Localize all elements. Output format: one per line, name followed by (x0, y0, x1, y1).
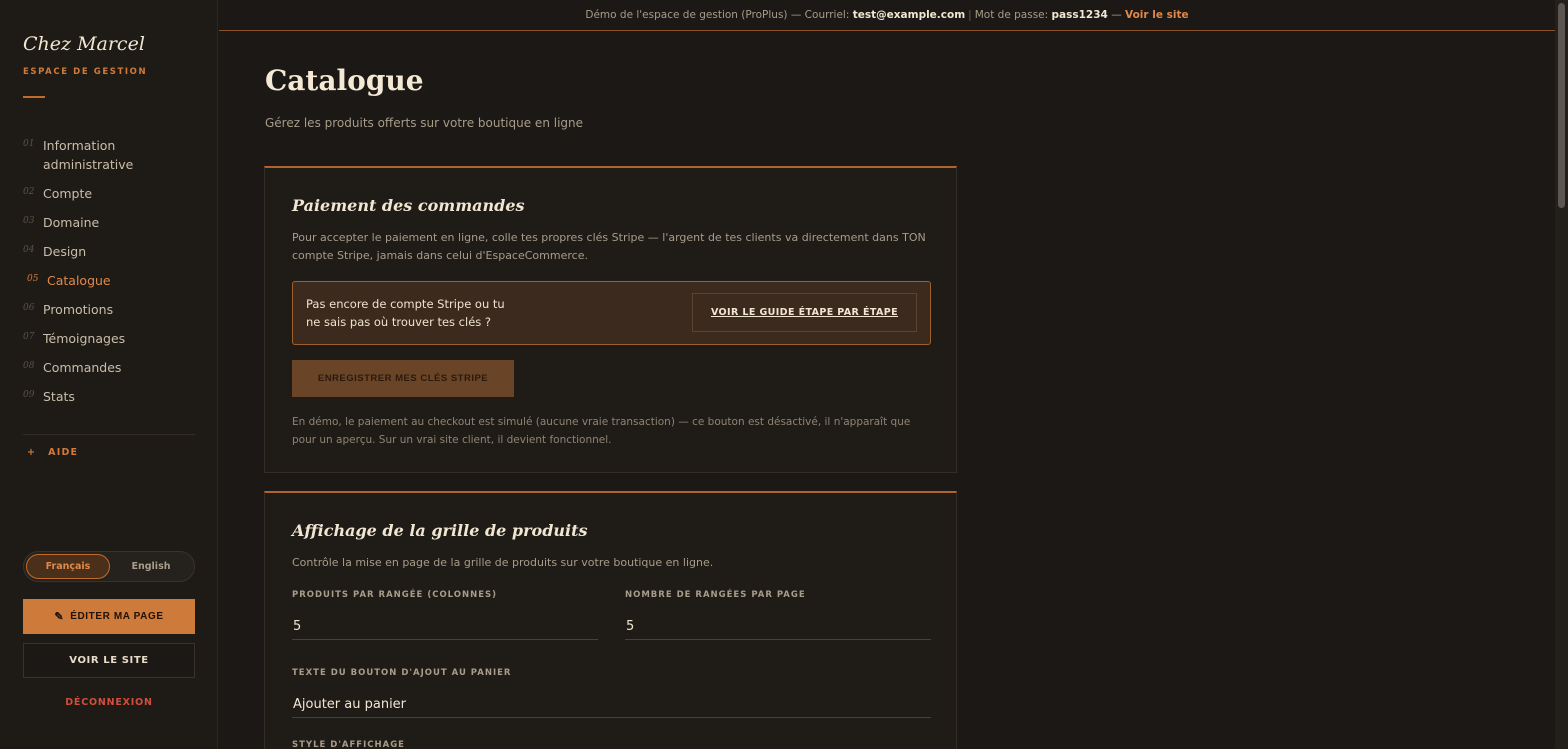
columns-label: PRODUITS PAR RANGÉE (COLONNES) (292, 590, 498, 600)
stripe-help-box: Pas encore de compte Stripe ou tu ne sai… (292, 281, 931, 345)
page-subtitle: Gérez les produits offerts sur votre bou… (265, 116, 584, 130)
nav-number: 04 (23, 245, 35, 255)
scrollbar-thumb[interactable] (1558, 3, 1565, 208)
nav-label: Design (43, 244, 87, 259)
help-link[interactable]: + AIDE (27, 447, 78, 458)
payment-card-description: Pour accepter le paiement en ligne, coll… (292, 231, 926, 262)
sidebar-item-information[interactable]: 01 Information administrative (23, 136, 203, 174)
nav-label: Compte (43, 186, 93, 201)
nav-label: Commandes (43, 360, 122, 375)
help-label: AIDE (48, 447, 79, 458)
nav-label: Domaine (43, 215, 100, 230)
sidebar-item-commandes[interactable]: 08 Commandes (23, 358, 203, 377)
sidebar-item-promotions[interactable]: 06 Promotions (23, 300, 203, 319)
banner-separator: | (968, 9, 972, 21)
view-site-button[interactable]: VOIR LE SITE (23, 643, 195, 678)
payment-card: Paiement des commandes Pour accepter le … (264, 166, 957, 473)
nav-label: Promotions (43, 302, 114, 317)
columns-input[interactable] (292, 614, 598, 640)
plus-icon: + (27, 447, 37, 458)
banner-email: test@example.com (852, 9, 966, 21)
banner-dash: — (1111, 9, 1122, 21)
brand-name[interactable]: Chez Marcel (23, 33, 145, 55)
banner-prefix: Démo de l'espace de gestion (ProPlus) — … (585, 9, 850, 21)
pencil-icon: ✎ (54, 611, 65, 623)
sidebar-item-design[interactable]: 04 Design (23, 242, 203, 261)
brand-divider (23, 96, 45, 98)
save-stripe-keys-button[interactable]: ENREGISTRER MES CLÉS STRIPE (292, 360, 514, 397)
sidebar-item-compte[interactable]: 02 Compte (23, 184, 203, 203)
page-title: Catalogue (265, 64, 424, 97)
lang-english-button[interactable]: English (110, 554, 192, 579)
edit-page-button[interactable]: ✎ ÉDITER MA PAGE (23, 599, 195, 634)
nav-label: Catalogue (47, 273, 111, 288)
sidebar-item-stats[interactable]: 09 Stats (23, 387, 203, 406)
edit-page-label: ÉDITER MA PAGE (70, 611, 164, 622)
cart-button-text-input[interactable] (292, 692, 931, 718)
grid-card-description: Contrôle la mise en page de la grille de… (292, 556, 714, 569)
sidebar-item-domaine[interactable]: 03 Domaine (23, 213, 203, 232)
nav-number: 09 (23, 390, 35, 400)
logout-button[interactable]: DÉCONNEXION (23, 697, 195, 708)
sidebar-nav: 01 Information administrative 02 Compte … (23, 136, 203, 416)
banner-view-site-link[interactable]: Voir le site (1125, 9, 1189, 21)
sidebar-item-temoignages[interactable]: 07 Témoignages (23, 329, 203, 348)
sidebar-item-catalogue[interactable]: 05 Catalogue (23, 271, 203, 290)
product-grid-card: Affichage de la grille de produits Contr… (264, 491, 957, 749)
banner-password: pass1234 (1051, 9, 1108, 21)
nav-label: Stats (43, 389, 75, 404)
nav-label: Témoignages (43, 331, 126, 346)
demo-note: En démo, le paiement au checkout est sim… (292, 416, 911, 446)
nav-number: 05 (27, 274, 39, 284)
brand-subtitle: ESPACE DE GESTION (23, 67, 148, 77)
nav-number: 07 (23, 332, 35, 342)
nav-number: 01 (23, 139, 35, 149)
nav-number: 03 (23, 216, 35, 226)
lang-french-button[interactable]: Français (26, 554, 110, 579)
sidebar: Chez Marcel ESPACE DE GESTION 01 Informa… (0, 0, 218, 749)
stripe-guide-button[interactable]: VOIR LE GUIDE ÉTAPE PAR ÉTAPE (692, 293, 917, 332)
stripe-help-text: Pas encore de compte Stripe ou tu ne sai… (306, 297, 505, 329)
nav-divider (23, 434, 195, 435)
nav-number: 06 (23, 303, 35, 313)
demo-banner: Démo de l'espace de gestion (ProPlus) — … (219, 0, 1555, 31)
banner-password-label: Mot de passe: (974, 9, 1049, 21)
page-scrollbar[interactable] (1555, 0, 1568, 749)
nav-label: Information administrative (43, 138, 134, 172)
grid-card-title: Affichage de la grille de produits (292, 521, 588, 540)
language-toggle: Français English (23, 551, 195, 582)
cart-button-text-label: TEXTE DU BOUTON D'AJOUT AU PANIER (292, 668, 512, 678)
payment-card-title: Paiement des commandes (292, 196, 525, 215)
nav-number: 02 (23, 187, 35, 197)
display-style-label: STYLE D'AFFICHAGE (292, 740, 405, 749)
rows-input[interactable] (625, 614, 931, 640)
rows-label: NOMBRE DE RANGÉES PAR PAGE (625, 590, 806, 600)
nav-number: 08 (23, 361, 35, 371)
